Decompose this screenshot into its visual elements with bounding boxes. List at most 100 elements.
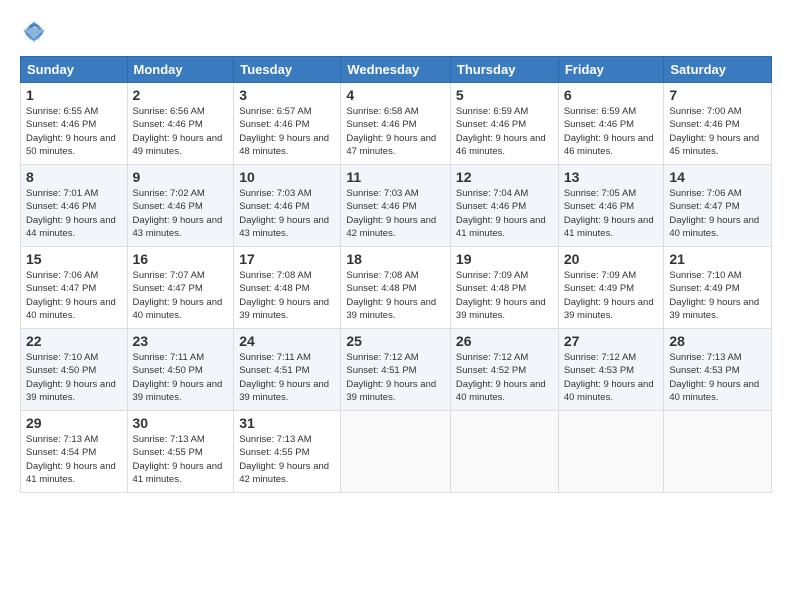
day-number: 9 [133,169,229,185]
day-number: 8 [26,169,122,185]
calendar-cell: 31 Sunrise: 7:13 AMSunset: 4:55 PMDaylig… [234,411,341,493]
calendar-cell: 27 Sunrise: 7:12 AMSunset: 4:53 PMDaylig… [558,329,664,411]
calendar-cell: 25 Sunrise: 7:12 AMSunset: 4:51 PMDaylig… [341,329,451,411]
page-header [20,18,772,46]
calendar-cell: 21 Sunrise: 7:10 AMSunset: 4:49 PMDaylig… [664,247,772,329]
calendar-cell [558,411,664,493]
day-number: 4 [346,87,445,103]
calendar-cell: 6 Sunrise: 6:59 AMSunset: 4:46 PMDayligh… [558,83,664,165]
calendar-cell: 18 Sunrise: 7:08 AMSunset: 4:48 PMDaylig… [341,247,451,329]
calendar-cell [341,411,451,493]
weekday-wednesday: Wednesday [341,57,451,83]
day-number: 5 [456,87,553,103]
day-info: Sunrise: 6:56 AMSunset: 4:46 PMDaylight:… [133,106,223,157]
day-info: Sunrise: 7:06 AMSunset: 4:47 PMDaylight:… [26,270,116,321]
calendar-cell: 24 Sunrise: 7:11 AMSunset: 4:51 PMDaylig… [234,329,341,411]
calendar-cell: 8 Sunrise: 7:01 AMSunset: 4:46 PMDayligh… [21,165,128,247]
calendar-cell: 26 Sunrise: 7:12 AMSunset: 4:52 PMDaylig… [450,329,558,411]
day-number: 20 [564,251,659,267]
calendar-week-3: 15 Sunrise: 7:06 AMSunset: 4:47 PMDaylig… [21,247,772,329]
calendar-cell: 20 Sunrise: 7:09 AMSunset: 4:49 PMDaylig… [558,247,664,329]
calendar-week-5: 29 Sunrise: 7:13 AMSunset: 4:54 PMDaylig… [21,411,772,493]
day-number: 25 [346,333,445,349]
day-number: 29 [26,415,122,431]
day-info: Sunrise: 6:55 AMSunset: 4:46 PMDaylight:… [26,106,116,157]
calendar-cell: 15 Sunrise: 7:06 AMSunset: 4:47 PMDaylig… [21,247,128,329]
calendar-table: SundayMondayTuesdayWednesdayThursdayFrid… [20,56,772,493]
day-number: 1 [26,87,122,103]
weekday-sunday: Sunday [21,57,128,83]
day-info: Sunrise: 7:13 AMSunset: 4:53 PMDaylight:… [669,352,759,403]
day-number: 3 [239,87,335,103]
weekday-monday: Monday [127,57,234,83]
day-info: Sunrise: 7:10 AMSunset: 4:50 PMDaylight:… [26,352,116,403]
logo-icon [20,18,48,46]
day-number: 6 [564,87,659,103]
day-number: 17 [239,251,335,267]
weekday-header-row: SundayMondayTuesdayWednesdayThursdayFrid… [21,57,772,83]
day-number: 2 [133,87,229,103]
day-number: 27 [564,333,659,349]
day-number: 12 [456,169,553,185]
calendar-cell: 23 Sunrise: 7:11 AMSunset: 4:50 PMDaylig… [127,329,234,411]
calendar-cell: 9 Sunrise: 7:02 AMSunset: 4:46 PMDayligh… [127,165,234,247]
day-number: 19 [456,251,553,267]
day-number: 11 [346,169,445,185]
day-info: Sunrise: 6:59 AMSunset: 4:46 PMDaylight:… [564,106,654,157]
day-info: Sunrise: 7:13 AMSunset: 4:55 PMDaylight:… [239,434,329,485]
weekday-friday: Friday [558,57,664,83]
day-info: Sunrise: 7:04 AMSunset: 4:46 PMDaylight:… [456,188,546,239]
day-number: 22 [26,333,122,349]
calendar-cell: 11 Sunrise: 7:03 AMSunset: 4:46 PMDaylig… [341,165,451,247]
calendar-cell: 28 Sunrise: 7:13 AMSunset: 4:53 PMDaylig… [664,329,772,411]
calendar-cell [450,411,558,493]
day-info: Sunrise: 7:00 AMSunset: 4:46 PMDaylight:… [669,106,759,157]
day-number: 31 [239,415,335,431]
day-info: Sunrise: 6:58 AMSunset: 4:46 PMDaylight:… [346,106,436,157]
day-number: 10 [239,169,335,185]
day-info: Sunrise: 7:06 AMSunset: 4:47 PMDaylight:… [669,188,759,239]
day-number: 26 [456,333,553,349]
day-info: Sunrise: 7:09 AMSunset: 4:48 PMDaylight:… [456,270,546,321]
calendar-week-2: 8 Sunrise: 7:01 AMSunset: 4:46 PMDayligh… [21,165,772,247]
day-info: Sunrise: 7:08 AMSunset: 4:48 PMDaylight:… [346,270,436,321]
day-info: Sunrise: 7:11 AMSunset: 4:50 PMDaylight:… [133,352,223,403]
calendar-cell: 13 Sunrise: 7:05 AMSunset: 4:46 PMDaylig… [558,165,664,247]
calendar-cell: 14 Sunrise: 7:06 AMSunset: 4:47 PMDaylig… [664,165,772,247]
day-info: Sunrise: 7:03 AMSunset: 4:46 PMDaylight:… [239,188,329,239]
weekday-saturday: Saturday [664,57,772,83]
day-number: 28 [669,333,766,349]
calendar-cell: 30 Sunrise: 7:13 AMSunset: 4:55 PMDaylig… [127,411,234,493]
day-info: Sunrise: 7:05 AMSunset: 4:46 PMDaylight:… [564,188,654,239]
day-info: Sunrise: 7:12 AMSunset: 4:51 PMDaylight:… [346,352,436,403]
day-number: 7 [669,87,766,103]
logo [20,18,52,46]
calendar-cell: 22 Sunrise: 7:10 AMSunset: 4:50 PMDaylig… [21,329,128,411]
day-info: Sunrise: 6:59 AMSunset: 4:46 PMDaylight:… [456,106,546,157]
day-info: Sunrise: 7:11 AMSunset: 4:51 PMDaylight:… [239,352,329,403]
calendar-cell [664,411,772,493]
day-number: 15 [26,251,122,267]
day-number: 16 [133,251,229,267]
calendar-cell: 12 Sunrise: 7:04 AMSunset: 4:46 PMDaylig… [450,165,558,247]
day-info: Sunrise: 7:02 AMSunset: 4:46 PMDaylight:… [133,188,223,239]
weekday-thursday: Thursday [450,57,558,83]
calendar-week-1: 1 Sunrise: 6:55 AMSunset: 4:46 PMDayligh… [21,83,772,165]
day-number: 30 [133,415,229,431]
calendar-cell: 5 Sunrise: 6:59 AMSunset: 4:46 PMDayligh… [450,83,558,165]
day-info: Sunrise: 7:09 AMSunset: 4:49 PMDaylight:… [564,270,654,321]
calendar-cell: 2 Sunrise: 6:56 AMSunset: 4:46 PMDayligh… [127,83,234,165]
calendar-cell: 4 Sunrise: 6:58 AMSunset: 4:46 PMDayligh… [341,83,451,165]
day-info: Sunrise: 7:12 AMSunset: 4:53 PMDaylight:… [564,352,654,403]
day-number: 14 [669,169,766,185]
calendar-cell: 1 Sunrise: 6:55 AMSunset: 4:46 PMDayligh… [21,83,128,165]
day-info: Sunrise: 7:13 AMSunset: 4:55 PMDaylight:… [133,434,223,485]
day-number: 24 [239,333,335,349]
day-info: Sunrise: 7:01 AMSunset: 4:46 PMDaylight:… [26,188,116,239]
day-info: Sunrise: 7:07 AMSunset: 4:47 PMDaylight:… [133,270,223,321]
weekday-tuesday: Tuesday [234,57,341,83]
day-number: 23 [133,333,229,349]
calendar-cell: 10 Sunrise: 7:03 AMSunset: 4:46 PMDaylig… [234,165,341,247]
day-number: 18 [346,251,445,267]
day-info: Sunrise: 7:03 AMSunset: 4:46 PMDaylight:… [346,188,436,239]
